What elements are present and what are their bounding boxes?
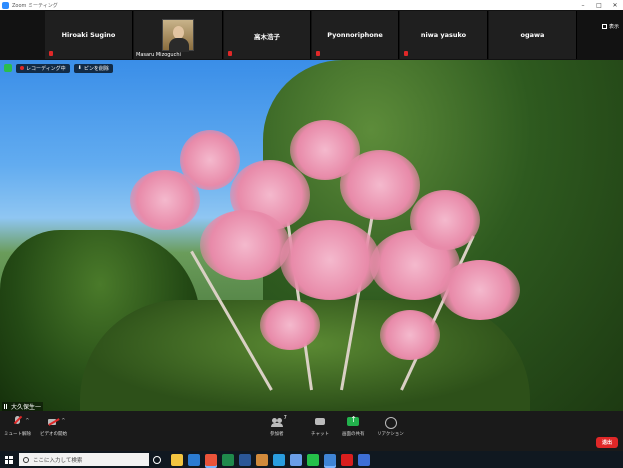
participant-name: ogawa bbox=[520, 31, 545, 39]
speaker-name: 大久保生一 bbox=[11, 404, 42, 411]
share-screen-button[interactable]: 画面の共有 bbox=[342, 415, 365, 437]
zoom-app-icon bbox=[2, 1, 9, 9]
signal-icon bbox=[4, 404, 9, 409]
view-label: 表示 bbox=[608, 24, 619, 30]
video-off-icon: ^ bbox=[47, 416, 66, 428]
caret-up-icon[interactable]: ^ bbox=[25, 418, 29, 424]
remove-pin-label: ピンを削除 bbox=[83, 65, 109, 72]
participant-name: Masaru Mizoguchi bbox=[136, 52, 181, 58]
reactions-label: リアクション bbox=[377, 432, 404, 437]
photos-icon[interactable] bbox=[358, 453, 370, 466]
task-view-icon[interactable] bbox=[153, 455, 161, 464]
participant-tile[interactable]: 高木浩子 bbox=[224, 11, 311, 59]
zoom-icon[interactable] bbox=[205, 453, 217, 466]
participant-tile-video[interactable]: Masaru Mizoguchi bbox=[134, 11, 223, 59]
muted-mic-icon bbox=[49, 51, 53, 56]
start-video-button[interactable]: ^ ビデオの開始 bbox=[40, 416, 67, 437]
window-title: Zoom ミーティング bbox=[12, 2, 58, 9]
share-screen-icon bbox=[347, 415, 360, 428]
word-icon[interactable] bbox=[239, 453, 251, 466]
edge-icon[interactable] bbox=[273, 453, 285, 466]
windows-start-icon[interactable] bbox=[5, 455, 13, 464]
window-controls: – □ ✕ bbox=[575, 0, 623, 10]
camera-app-icon[interactable] bbox=[324, 453, 336, 466]
participant-tile[interactable]: Hiroaki Sugino bbox=[45, 11, 133, 59]
caret-up-icon[interactable]: ^ bbox=[61, 418, 65, 424]
participant-video bbox=[162, 19, 194, 52]
line-icon[interactable] bbox=[307, 453, 319, 466]
chat-button[interactable]: チャット bbox=[311, 416, 329, 437]
participants-count: 7 bbox=[283, 415, 287, 421]
participant-gallery: Hiroaki Sugino Masaru Mizoguchi 高木浩子 Pyo… bbox=[0, 10, 623, 60]
mail-icon[interactable] bbox=[188, 453, 200, 466]
unmute-button[interactable]: ^ ミュート解除 bbox=[4, 416, 31, 437]
participant-name: 高木浩子 bbox=[254, 33, 280, 41]
muted-mic-icon bbox=[404, 51, 408, 56]
speaker-name-tag: 大久保生一 bbox=[2, 402, 44, 411]
file-explorer-icon[interactable] bbox=[171, 453, 183, 466]
participant-name: Hiroaki Sugino bbox=[61, 31, 116, 39]
start-video-label: ビデオの開始 bbox=[40, 432, 67, 437]
recording-bar: レコーディング中 ⬇ ピンを削除 bbox=[4, 63, 113, 73]
taskbar-search[interactable]: ここに入力して検索 bbox=[19, 453, 149, 466]
recording-label: レコーディング中 bbox=[26, 65, 66, 72]
grid-view-icon bbox=[601, 24, 607, 29]
participants-icon: 7 bbox=[270, 415, 287, 428]
main-video bbox=[0, 60, 623, 411]
security-shield-icon[interactable] bbox=[4, 64, 12, 72]
leave-button[interactable]: 退出 bbox=[596, 437, 618, 448]
maximize-icon[interactable]: □ bbox=[591, 0, 607, 10]
pin-icon: ⬇ bbox=[77, 65, 82, 71]
muted-mic-icon bbox=[228, 51, 232, 56]
recording-badge[interactable]: レコーディング中 bbox=[16, 63, 70, 73]
reaction-icon bbox=[384, 416, 398, 429]
pdf-icon[interactable] bbox=[341, 453, 353, 466]
taskbar-apps bbox=[171, 453, 370, 466]
remove-pin-button[interactable]: ⬇ ピンを削除 bbox=[73, 63, 113, 73]
unmute-label: ミュート解除 bbox=[4, 432, 31, 437]
chat-label: チャット bbox=[311, 432, 329, 437]
reactions-button[interactable]: リアクション bbox=[377, 416, 404, 437]
windows-taskbar: ここに入力して検索 bbox=[0, 451, 623, 468]
title-bar: Zoom ミーティング – □ ✕ bbox=[0, 0, 623, 10]
search-icon bbox=[23, 456, 29, 463]
store-icon[interactable] bbox=[290, 453, 302, 466]
participant-tile[interactable]: ogawa bbox=[489, 11, 577, 59]
muted-mic-icon: ^ bbox=[12, 416, 30, 428]
participants-button[interactable]: 7 参加者 bbox=[270, 415, 287, 437]
meeting-controls: ^ ミュート解除 ^ ビデオの開始 7 参加者 チャット 画面の共有 リアクショ… bbox=[0, 411, 623, 451]
recording-dot-icon bbox=[20, 66, 24, 70]
muted-mic-icon bbox=[316, 51, 320, 56]
app-icon[interactable] bbox=[256, 453, 268, 466]
share-screen-label: 画面の共有 bbox=[342, 432, 365, 437]
participant-name: Pyonnoriphone bbox=[327, 31, 383, 39]
minimize-icon[interactable]: – bbox=[575, 0, 591, 10]
video-scene-flowers bbox=[110, 110, 530, 391]
view-button[interactable]: 表示 bbox=[601, 23, 619, 30]
participants-label: 参加者 bbox=[270, 432, 284, 437]
excel-icon[interactable] bbox=[222, 453, 234, 466]
search-placeholder: ここに入力して検索 bbox=[33, 457, 83, 464]
chat-icon bbox=[314, 416, 326, 428]
close-icon[interactable]: ✕ bbox=[607, 0, 623, 10]
participant-tile[interactable]: Pyonnoriphone bbox=[312, 11, 399, 59]
participant-tile[interactable]: niwa yasuko bbox=[400, 11, 488, 59]
participant-name: niwa yasuko bbox=[420, 31, 467, 39]
